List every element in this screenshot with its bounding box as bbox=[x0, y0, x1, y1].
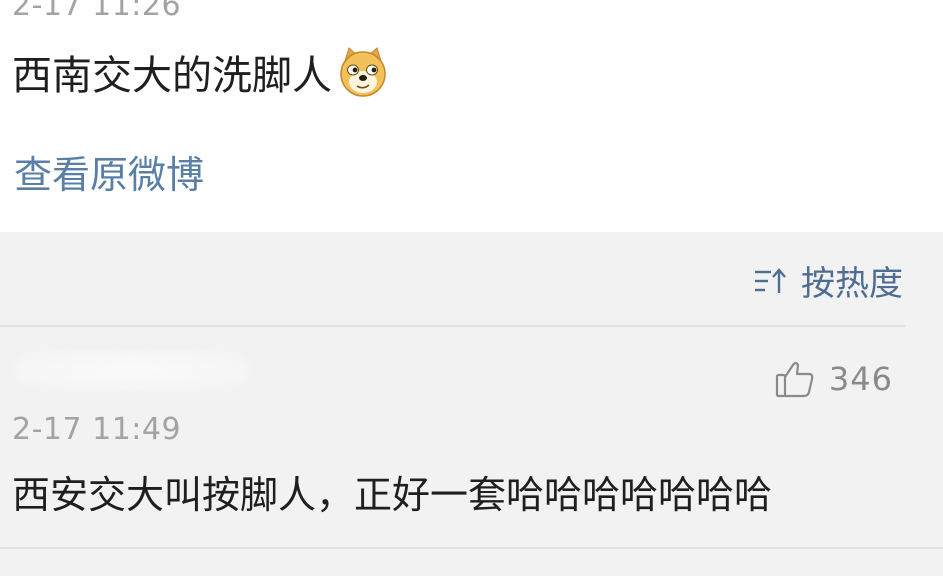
original-post: 2-17 11:26 西南交大的洗脚人 查看原微博 bbox=[0, 0, 943, 232]
like-count: 346 bbox=[828, 360, 893, 398]
view-original-link[interactable]: 查看原微博 bbox=[14, 144, 204, 199]
sort-label: 按热度 bbox=[801, 264, 903, 304]
like-button[interactable]: 346 bbox=[775, 360, 893, 398]
thumbs-up-icon bbox=[775, 361, 814, 398]
post-text: 西南交大的洗脚人 bbox=[12, 53, 332, 99]
comment-timestamp: 2-17 11:49 bbox=[12, 412, 182, 447]
comment-sort-bar: 按热度 bbox=[0, 232, 943, 324]
sort-icon bbox=[755, 267, 786, 293]
doge-emoji-icon bbox=[340, 47, 386, 97]
post-content: 西南交大的洗脚人 bbox=[12, 42, 390, 102]
divider bbox=[0, 547, 943, 549]
obscured-username[interactable] bbox=[14, 350, 250, 390]
post-timestamp: 2-17 11:26 bbox=[12, 0, 182, 23]
comment-text: 西安交大叫按脚人，正好一套哈哈哈哈哈哈哈 bbox=[12, 473, 773, 517]
sort-by-hot-button[interactable]: 按热度 bbox=[753, 256, 903, 305]
